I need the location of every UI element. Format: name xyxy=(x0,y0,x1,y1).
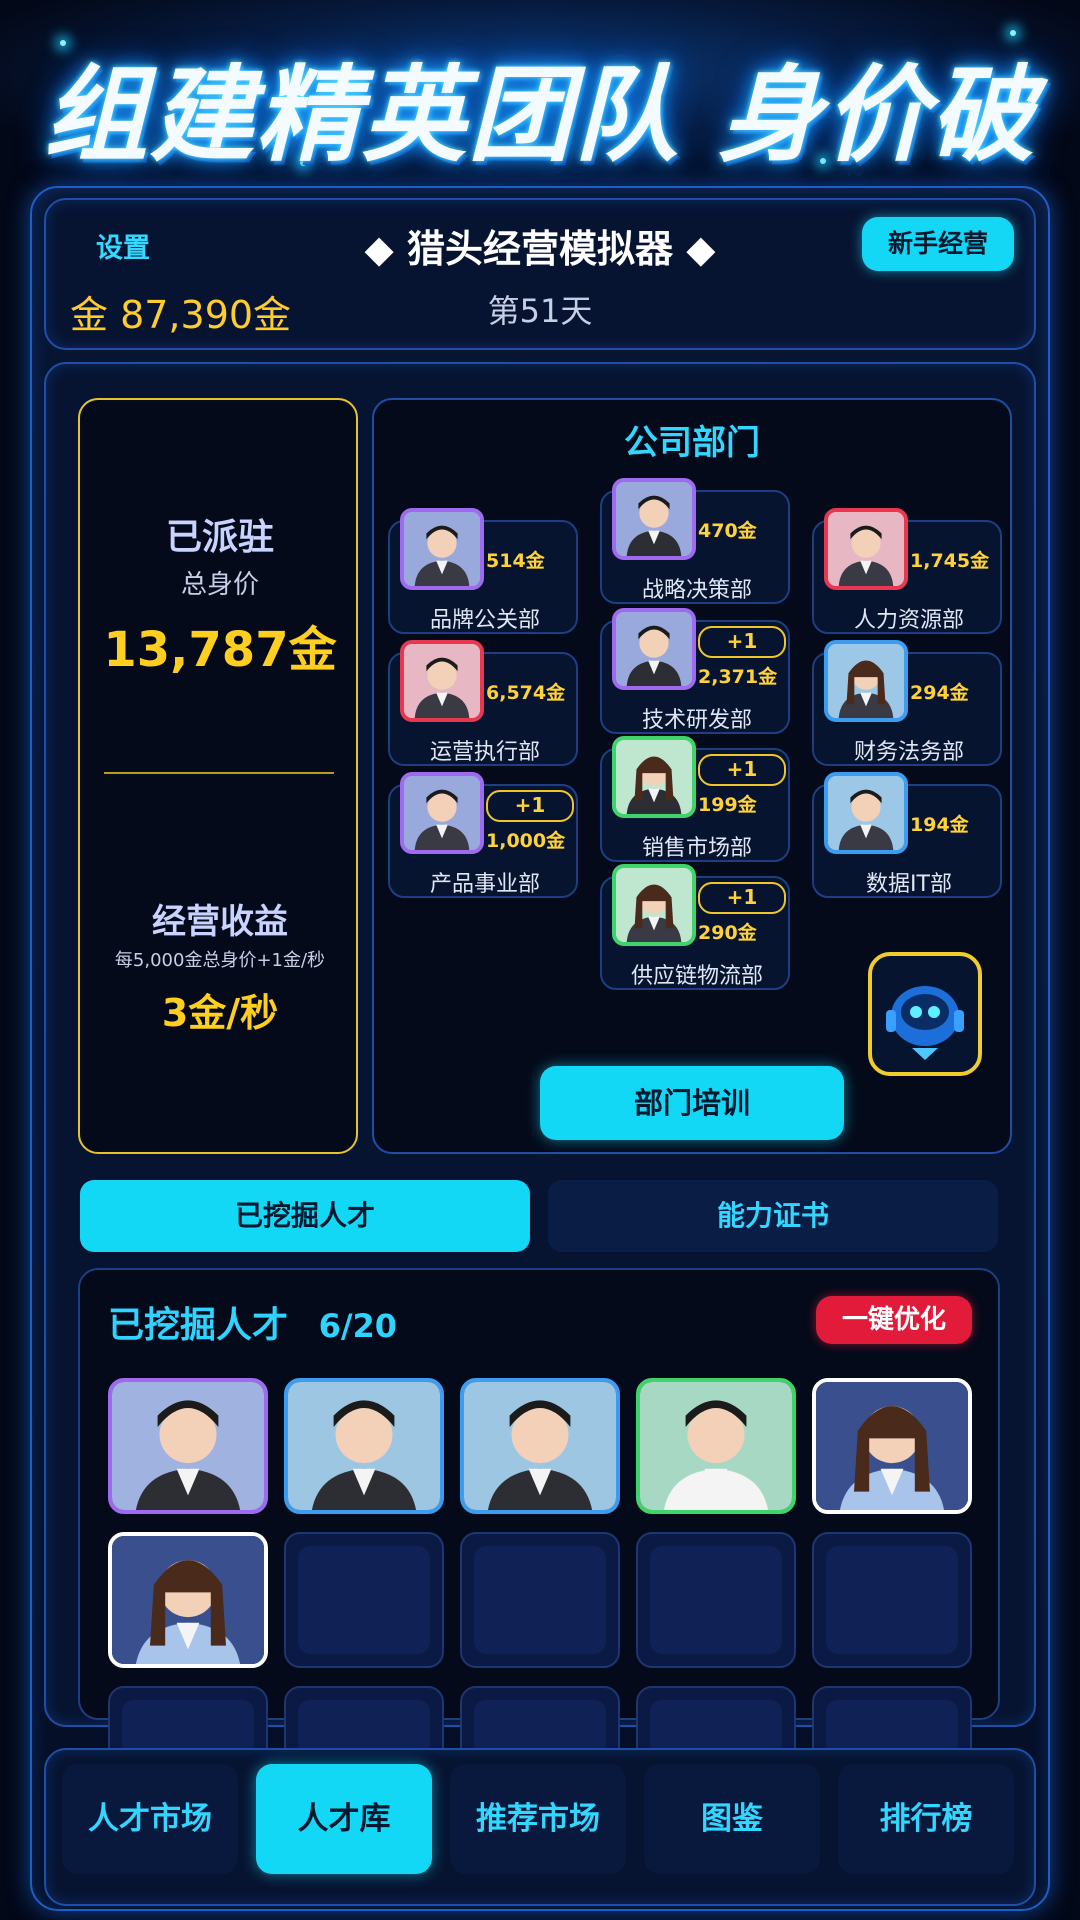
department-name: 运营执行部 xyxy=(429,740,540,765)
empty-talent-slot[interactable] xyxy=(460,1532,620,1668)
tab-certificates[interactable]: 能力证书 xyxy=(548,1180,998,1252)
tab-mined-talents[interactable]: 已挖掘人才 xyxy=(80,1180,530,1252)
department-value: 470金 xyxy=(698,520,757,542)
newbie-guide-button[interactable]: 新手经营 xyxy=(862,217,1014,271)
department-bonus-badge: +1 xyxy=(698,882,786,914)
total-value: 13,787金 xyxy=(103,622,337,678)
empty-talent-slot[interactable] xyxy=(812,1532,972,1668)
settings-button[interactable]: 设置 xyxy=(96,226,150,265)
department-name: 财务法务部 xyxy=(853,740,964,765)
department-1[interactable]: 514金品牌公关部 xyxy=(388,508,578,634)
department-6[interactable]: 294金财务法务部 xyxy=(812,640,1002,766)
game-title: ◆ 猎头经营模拟器 ◆ xyxy=(364,227,716,271)
department-10[interactable]: +1 290金供应链物流部 xyxy=(600,864,790,990)
department-bonus-badge: +1 xyxy=(698,626,786,658)
department-avatar xyxy=(824,508,908,590)
divider xyxy=(104,772,334,774)
department-avatar xyxy=(400,508,484,590)
department-value: 1,745金 xyxy=(910,550,990,572)
department-name: 销售市场部 xyxy=(641,836,752,861)
department-avatar xyxy=(612,608,696,690)
department-value: 1,000金 xyxy=(486,830,566,852)
department-value: 194金 xyxy=(910,814,969,836)
department-value: 6,574金 xyxy=(486,682,566,704)
department-4[interactable]: 6,574金运营执行部 xyxy=(388,640,578,766)
department-5[interactable]: +1 2,371金技术研发部 xyxy=(600,608,790,734)
talent-card[interactable] xyxy=(460,1378,620,1514)
department-bonus-badge: +1 xyxy=(698,754,786,786)
talent-title-text: 已挖掘人才 xyxy=(108,1305,289,1346)
department-bonus-badge: +1 xyxy=(486,790,574,822)
empty-talent-slot[interactable] xyxy=(636,1532,796,1668)
department-avatar xyxy=(400,640,484,722)
talent-count: 6/20 xyxy=(318,1307,398,1345)
department-name: 品牌公关部 xyxy=(429,608,540,633)
stats-panel: 已派驻 总身价 13,787金 经营收益 每5,000金总身价+1金/秒 3金/… xyxy=(78,398,358,1154)
nav-item-5[interactable]: 排行榜 xyxy=(838,1764,1014,1874)
nav-item-4[interactable]: 图鉴 xyxy=(644,1764,820,1874)
department-name: 供应链物流部 xyxy=(630,964,763,989)
department-value: 2,371金 xyxy=(698,666,778,688)
talent-card[interactable] xyxy=(284,1378,444,1514)
department-avatar xyxy=(612,736,696,818)
nav-item-3[interactable]: 推荐市场 xyxy=(450,1764,626,1874)
empty-talent-slot[interactable] xyxy=(284,1532,444,1668)
department-avatar xyxy=(400,772,484,854)
department-2[interactable]: 470金战略决策部 xyxy=(600,478,790,604)
talent-card[interactable] xyxy=(108,1378,268,1514)
deployed-label: 已派驻 xyxy=(165,517,274,558)
department-name: 数据IT部 xyxy=(866,872,952,897)
department-value: 514金 xyxy=(486,550,545,572)
department-avatar xyxy=(612,864,696,946)
department-name: 战略决策部 xyxy=(641,578,752,603)
department-avatar xyxy=(612,478,696,560)
department-9[interactable]: 194金数据IT部 xyxy=(812,772,1002,898)
nav-item-2[interactable]: 人才库 xyxy=(256,1764,432,1874)
department-avatar xyxy=(824,640,908,722)
income-rule: 每5,000金总身价+1金/秒 xyxy=(114,950,326,971)
income-label: 经营收益 xyxy=(152,902,288,942)
department-name: 产品事业部 xyxy=(429,872,540,897)
robot-assistant-icon[interactable] xyxy=(868,952,982,1076)
department-name: 人力资源部 xyxy=(853,608,964,633)
department-value: 199金 xyxy=(698,794,757,816)
department-7[interactable]: +1 1,000金产品事业部 xyxy=(388,772,578,898)
optimize-all-button[interactable]: 一键优化 xyxy=(816,1296,972,1344)
department-avatar xyxy=(824,772,908,854)
departments-title: 公司部门 xyxy=(624,423,760,463)
department-training-button[interactable]: 部门培训 xyxy=(540,1066,844,1140)
nav-item-1[interactable]: 人才市场 xyxy=(62,1764,238,1874)
talent-card[interactable] xyxy=(108,1532,268,1668)
department-name: 技术研发部 xyxy=(641,708,752,733)
talent-list-title: 已挖掘人才 6/20 xyxy=(108,1296,397,1348)
talent-card[interactable] xyxy=(812,1378,972,1514)
department-3[interactable]: 1,745金人力资源部 xyxy=(812,508,1002,634)
gold-balance: 金 87,390金 xyxy=(70,293,292,337)
department-value: 290金 xyxy=(698,922,757,944)
department-8[interactable]: +1 199金销售市场部 xyxy=(600,736,790,862)
income-rate: 3金/秒 xyxy=(161,991,279,1035)
talent-card[interactable] xyxy=(636,1378,796,1514)
total-value-label: 总身价 xyxy=(180,570,259,600)
department-value: 294金 xyxy=(910,682,969,704)
day-counter: 第51天 xyxy=(487,292,593,330)
